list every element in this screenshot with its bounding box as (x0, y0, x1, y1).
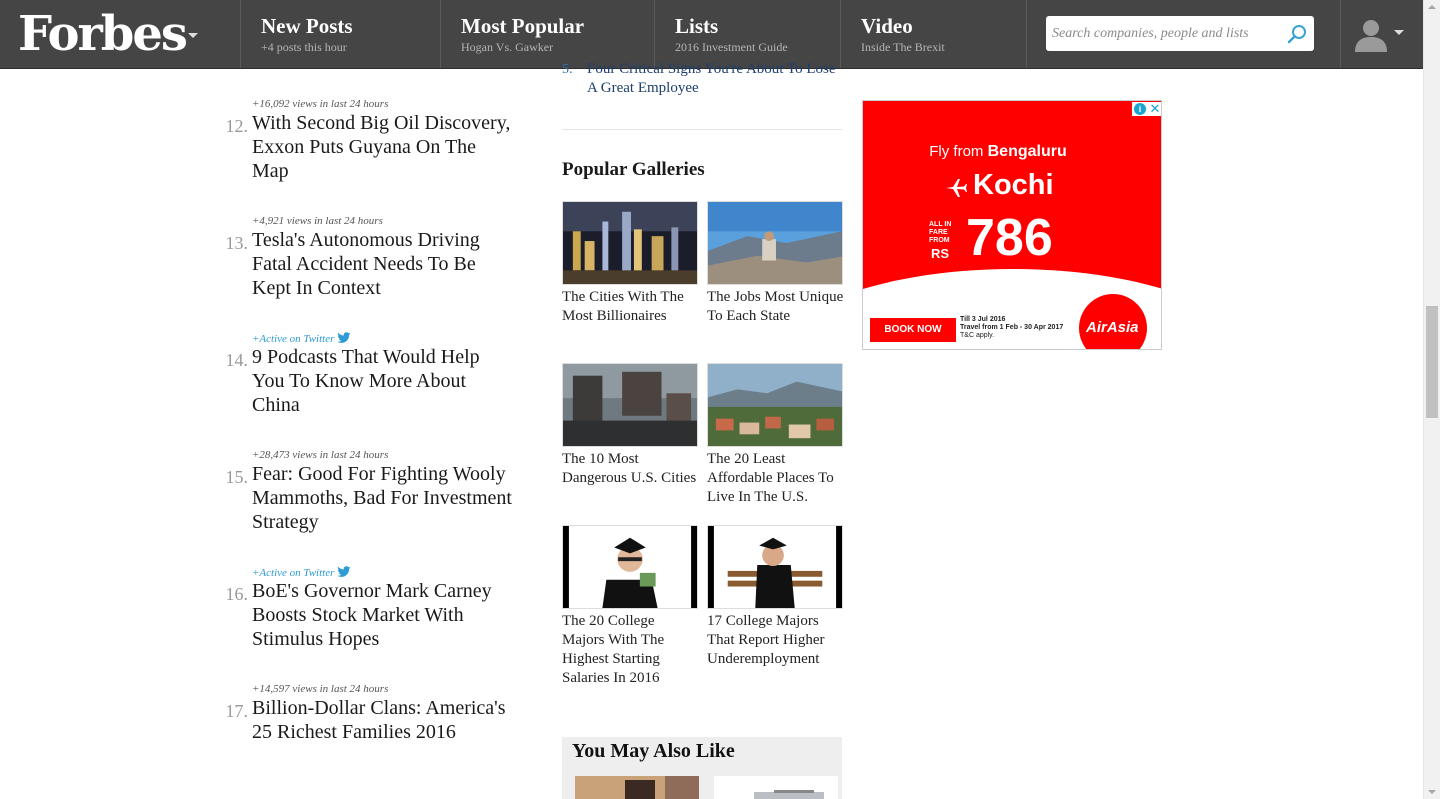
ad-all-in-line: ALL IN (929, 221, 952, 228)
entry-title-link[interactable]: Billion-Dollar Clans: America's 25 Riche… (252, 696, 514, 744)
ad-fly-from-text: Fly from (929, 143, 984, 160)
entry-rank: 16. (225, 584, 249, 604)
ad-terms-line: Till 3 Jul 2016 (960, 316, 1063, 324)
gallery-caption[interactable]: The 10 Most Dangerous U.S. Cities (562, 450, 699, 488)
scroll-up-arrow-icon[interactable] (1428, 5, 1436, 9)
close-icon[interactable]: ✕ (1149, 102, 1161, 115)
ad-all-in-line: FARE (929, 229, 948, 236)
entry-rank: 13. (225, 233, 249, 253)
divider (562, 129, 842, 130)
entry-meta-twitter: +Active on Twitter (252, 332, 351, 345)
search-input[interactable] (1052, 24, 1282, 44)
ad-price: 786 (966, 209, 1053, 267)
gallery-thumbnail[interactable] (707, 363, 843, 447)
twitter-icon (337, 566, 351, 577)
entry-meta-twitter: +Active on Twitter (252, 566, 351, 579)
vertical-scrollbar[interactable] (1423, 0, 1440, 799)
entry-meta: +14,597 views in last 24 hours (252, 683, 389, 695)
ad-choices: i ✕ (1132, 102, 1161, 116)
ad-destination: Kochi (973, 169, 1054, 201)
nav-new-posts[interactable]: New Posts +4 posts this hour (240, 0, 440, 68)
ad-terms: Till 3 Jul 2016 Travel from 1 Feb - 30 A… (960, 316, 1063, 340)
gallery-thumbnail[interactable] (562, 525, 698, 609)
top-item-link[interactable]: Four Critical Signs You're About To Lose… (587, 60, 837, 98)
nav-new-posts-sub: +4 posts this hour (261, 40, 347, 54)
ad-terms-line: T&C apply. (960, 332, 995, 339)
gallery-thumbnail[interactable] (562, 201, 698, 285)
airasia-advertisement[interactable]: Fly from Bengaluru Kochi ALL IN FARE FRO… (862, 100, 1162, 350)
top-navigation-bar: Forbes New Posts +4 posts this hour Most… (0, 0, 1423, 69)
gallery-item[interactable]: The 20 Least Affordable Places To Live I… (707, 363, 844, 507)
gallery-caption[interactable]: 17 College Majors That Report Higher Und… (707, 612, 844, 669)
recommended-thumbnail[interactable] (714, 776, 838, 799)
ad-fly-from: Fly from Bengaluru (863, 143, 1133, 161)
nav-video-sub: Inside The Brexit (861, 40, 945, 54)
entry-rank: 17. (225, 701, 249, 721)
user-menu[interactable] (1340, 0, 1423, 68)
avatar-icon[interactable] (1353, 16, 1389, 52)
you-may-also-like: You May Also Like (562, 737, 842, 799)
nav-video[interactable]: Video Inside The Brexit (840, 0, 1026, 68)
ad-currency: RS (931, 246, 950, 261)
book-now-button[interactable]: BOOK NOW (870, 318, 956, 342)
you-may-also-like-heading: You May Also Like (572, 740, 735, 762)
ad-terms-date: Till 3 Jul 2016 (960, 316, 1006, 323)
airasia-logo-text: AirAsia (1086, 319, 1139, 336)
entry-meta: +16,092 views in last 24 hours (252, 98, 389, 110)
search-icon[interactable] (1286, 23, 1308, 45)
recommended-thumbnail[interactable] (575, 776, 699, 799)
popular-galleries-heading: Popular Galleries (562, 159, 705, 180)
scroll-down-arrow-icon[interactable] (1428, 790, 1436, 794)
search-box (1046, 16, 1314, 51)
chevron-down-icon[interactable] (1394, 30, 1404, 35)
ad-origin: Bengaluru (987, 143, 1067, 160)
gallery-item[interactable]: 17 College Majors That Report Higher Und… (707, 525, 844, 669)
entry-title-link[interactable]: 9 Podcasts That Would Help You To Know M… (252, 345, 514, 417)
scrollbar-thumb[interactable] (1426, 306, 1438, 418)
entry-rank: 14. (225, 350, 249, 370)
entry-rank: 12. (225, 116, 249, 136)
ad-terms-line: Travel from 1 Feb - 30 Apr 2017 (960, 324, 1063, 332)
entry-meta-text: +Active on Twitter (252, 567, 335, 579)
airplane-icon (946, 179, 967, 197)
nav-lists-sub: 2016 Investment Guide (675, 40, 788, 54)
chevron-down-icon[interactable] (188, 33, 198, 38)
gallery-thumbnail[interactable] (707, 525, 843, 609)
list-rank: 5. (562, 62, 573, 77)
nav-new-posts-title: New Posts (261, 14, 353, 38)
gallery-item[interactable]: The Cities With The Most Billionaires (562, 201, 699, 326)
entry-title-link[interactable]: Fear: Good For Fighting Wooly Mammoths, … (252, 462, 514, 534)
info-icon[interactable]: i (1134, 103, 1146, 115)
entry-title-link[interactable]: Tesla's Autonomous Driving Fatal Acciden… (252, 228, 514, 300)
gallery-item[interactable]: The Jobs Most Unique To Each State (707, 201, 844, 326)
ad-all-in-fare: ALL IN FARE FROM (929, 221, 951, 245)
gallery-thumbnail[interactable] (707, 201, 843, 285)
gallery-item[interactable]: The 20 College Majors With The Highest S… (562, 525, 699, 688)
nav-video-title: Video (861, 14, 913, 38)
twitter-icon (337, 332, 351, 343)
gallery-thumbnail[interactable] (562, 363, 698, 447)
entry-title-link[interactable]: With Second Big Oil Discovery, Exxon Put… (252, 111, 514, 183)
gallery-item[interactable]: The 10 Most Dangerous U.S. Cities (562, 363, 699, 488)
gallery-caption[interactable]: The Cities With The Most Billionaires (562, 288, 699, 326)
nav-most-popular-title: Most Popular (461, 14, 585, 38)
nav-lists-title: Lists (675, 14, 719, 38)
entry-rank: 15. (225, 467, 249, 487)
gallery-caption[interactable]: The Jobs Most Unique To Each State (707, 288, 844, 326)
entry-meta: +4,921 views in last 24 hours (252, 215, 383, 227)
forbes-logo[interactable]: Forbes (18, 6, 188, 62)
entry-meta-text: +Active on Twitter (252, 333, 335, 345)
gallery-caption[interactable]: The 20 Least Affordable Places To Live I… (707, 450, 844, 507)
nav-most-popular[interactable]: Most Popular Hogan Vs. Gawker (440, 0, 654, 68)
ad-terms-travel: Travel from 1 Feb - 30 Apr 2017 (960, 324, 1064, 331)
ad-all-in-line: FROM (929, 237, 950, 244)
nav-most-popular-sub: Hogan Vs. Gawker (461, 40, 554, 54)
entry-title-link[interactable]: BoE's Governor Mark Carney Boosts Stock … (252, 579, 514, 651)
gallery-caption[interactable]: The 20 College Majors With The Highest S… (562, 612, 699, 688)
entry-meta: +28,473 views in last 24 hours (252, 449, 389, 461)
nav-lists[interactable]: Lists 2016 Investment Guide (654, 0, 840, 68)
